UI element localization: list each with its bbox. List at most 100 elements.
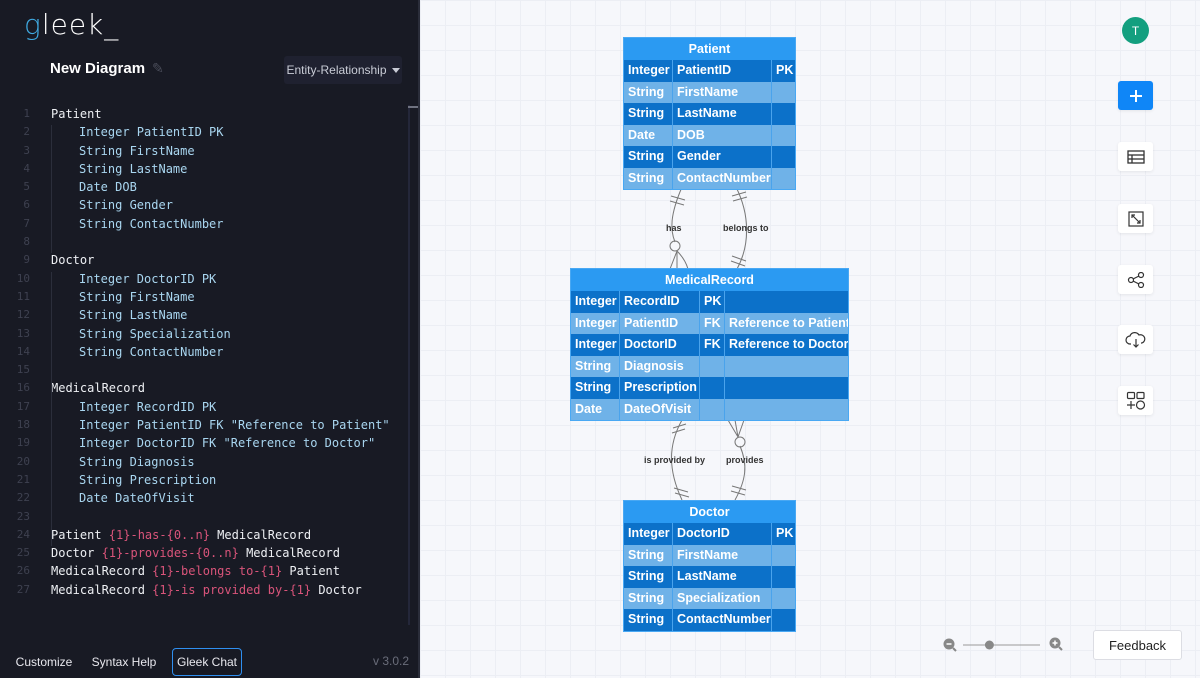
entity-attribute-row[interactable]: String Prescription bbox=[571, 377, 848, 399]
entity-attribute-row[interactable]: String Gender bbox=[624, 146, 795, 168]
zoom-in-icon[interactable] bbox=[1049, 637, 1063, 651]
entity-attribute-row[interactable]: String Specialization bbox=[624, 587, 795, 609]
entity-attribute-row[interactable]: String FirstName bbox=[624, 81, 795, 103]
diagram-type-label: Entity-Relationship bbox=[286, 63, 387, 77]
line-number: 15 bbox=[16, 363, 30, 377]
editor-line[interactable]: 20 String Diagnosis bbox=[0, 453, 408, 471]
editor-line[interactable]: 4 String LastName bbox=[0, 160, 408, 178]
code-text: Patient bbox=[51, 107, 102, 121]
editor-line[interactable]: 21 String Prescription bbox=[0, 471, 408, 489]
diagram-canvas[interactable]: has belongs to is provided by provides P… bbox=[420, 0, 1200, 678]
diagram-title[interactable]: New Diagram bbox=[50, 60, 145, 77]
line-number: 25 bbox=[16, 546, 30, 560]
entity-attribute-row[interactable]: Integer PatientID FK Reference to Patient bbox=[571, 312, 848, 334]
entity-header[interactable]: Doctor bbox=[624, 501, 795, 523]
editor-line[interactable]: 19 Integer DoctorID FK "Reference to Doct… bbox=[0, 434, 408, 452]
rel-label-belongs-to: belongs to bbox=[723, 223, 769, 233]
fit-screen-button[interactable] bbox=[1118, 204, 1153, 233]
editor-line[interactable]: 25 Doctor {1}-provides-{0..n} MedicalReco… bbox=[0, 544, 408, 562]
entity-attribute-row[interactable]: String LastName bbox=[624, 566, 795, 588]
relationship-target: Patient bbox=[282, 564, 340, 579]
editor-line[interactable]: 11 String FirstName bbox=[0, 288, 408, 306]
entity-attribute-row[interactable]: String FirstName bbox=[624, 544, 795, 566]
plus-icon bbox=[1129, 89, 1142, 102]
attribute-type: Date bbox=[571, 398, 620, 420]
entity-attribute-row[interactable]: String ContactNumber bbox=[624, 609, 795, 631]
editor-line[interactable]: 23 bbox=[0, 508, 408, 526]
entity-attribute-row[interactable]: Date DateOfVisit bbox=[571, 398, 848, 420]
entity-attribute-row[interactable]: Integer DoctorID FK Reference to Doctor bbox=[571, 334, 848, 356]
entity-attribute-row[interactable]: String Diagnosis bbox=[571, 355, 848, 377]
editor-line[interactable]: 16 MedicalRecord bbox=[0, 379, 408, 397]
entity-doctor[interactable]: Doctor Integer DoctorID PK String FirstName St… bbox=[623, 500, 796, 632]
editor-line[interactable]: 27 MedicalRecord {1}-is provided by-{1} D… bbox=[0, 581, 408, 599]
attribute-name: Specialization bbox=[673, 587, 772, 609]
editor-line[interactable]: 3 String FirstName bbox=[0, 142, 408, 160]
attribute-name: FirstName bbox=[673, 544, 772, 566]
feedback-button[interactable]: Feedback bbox=[1093, 630, 1182, 660]
editor-line[interactable]: 15 bbox=[0, 361, 408, 379]
editor-line[interactable]: 2 Integer PatientID PK bbox=[0, 123, 408, 141]
table-view-button[interactable] bbox=[1118, 142, 1153, 171]
code-text: String LastName bbox=[79, 308, 188, 323]
editor-line[interactable]: 13 String Specialization bbox=[0, 325, 408, 343]
code-editor[interactable]: 1 Patient 2 Integer PatientID PK 3 String Fir… bbox=[0, 105, 408, 625]
attribute-name: LastName bbox=[673, 103, 772, 125]
editor-line[interactable]: 17 Integer RecordID PK bbox=[0, 398, 408, 416]
gleek-chat-button[interactable]: Gleek Chat bbox=[172, 648, 242, 676]
line-number: 1 bbox=[23, 107, 30, 120]
customize-button[interactable]: Customize bbox=[10, 648, 78, 676]
entity-attribute-row[interactable]: Integer DoctorID PK bbox=[624, 523, 795, 545]
attribute-key: PK bbox=[776, 526, 794, 540]
editor-line[interactable]: 18 Integer PatientID FK "Reference to Pat… bbox=[0, 416, 408, 434]
attribute-type: Integer bbox=[571, 291, 620, 313]
entity-attribute-row[interactable]: Date DOB bbox=[624, 124, 795, 146]
editor-line[interactable]: 8 bbox=[0, 233, 408, 251]
relationship-target: MedicalRecord bbox=[209, 527, 312, 542]
zoom-slider-thumb[interactable] bbox=[984, 640, 994, 650]
line-number: 8 bbox=[23, 235, 30, 249]
rel-label-provides: provides bbox=[726, 455, 764, 465]
entity-attribute-row[interactable]: String ContactNumber bbox=[624, 167, 795, 189]
table-icon bbox=[1126, 149, 1145, 164]
editor-line[interactable]: 12 String LastName bbox=[0, 306, 408, 324]
syntax-help-button[interactable]: Syntax Help bbox=[88, 648, 160, 676]
relationship-source: Patient bbox=[51, 527, 109, 542]
editor-line[interactable]: 14 String ContactNumber bbox=[0, 343, 408, 361]
edit-title-pencil-icon[interactable]: ✎ bbox=[152, 60, 164, 77]
download-button[interactable] bbox=[1118, 325, 1153, 354]
add-button[interactable] bbox=[1118, 81, 1153, 110]
attribute-type: String bbox=[624, 146, 673, 168]
code-text: Date DateOfVisit bbox=[79, 491, 195, 506]
shapes-button[interactable] bbox=[1118, 386, 1153, 415]
entity-header[interactable]: MedicalRecord bbox=[571, 269, 848, 291]
entity-attribute-row[interactable]: Integer RecordID PK bbox=[571, 291, 848, 313]
rel-belongs-bar3 bbox=[731, 255, 747, 262]
editor-line[interactable]: 6 String Gender bbox=[0, 196, 408, 214]
editor-line[interactable]: 9 Doctor bbox=[0, 251, 408, 269]
zoom-out-icon[interactable] bbox=[943, 638, 957, 652]
editor-line[interactable]: 10 Integer DoctorID PK bbox=[0, 270, 408, 288]
relationship-target: Doctor bbox=[311, 582, 362, 597]
editor-line[interactable]: 24 Patient {1}-has-{0..n} MedicalRecord bbox=[0, 526, 408, 544]
entity-attribute-row[interactable]: Integer PatientID PK bbox=[624, 60, 795, 82]
entity-patient[interactable]: Patient Integer PatientID PK String FirstName… bbox=[623, 37, 796, 190]
editor-scrollbar[interactable] bbox=[408, 105, 410, 625]
entity-medicalrecord[interactable]: MedicalRecord Integer RecordID PK Integer Pat… bbox=[570, 268, 849, 421]
editor-line[interactable]: 22 Date DateOfVisit bbox=[0, 489, 408, 507]
caret-down-icon bbox=[391, 67, 400, 73]
entity-attribute-row[interactable]: String LastName bbox=[624, 103, 795, 125]
editor-line[interactable]: 1 Patient bbox=[0, 105, 408, 123]
share-button[interactable] bbox=[1118, 265, 1153, 294]
user-avatar[interactable]: T bbox=[1122, 17, 1149, 44]
rel-has-bar2 bbox=[669, 200, 685, 206]
code-text: Date DOB bbox=[79, 180, 137, 195]
attribute-type: Integer bbox=[571, 334, 620, 356]
editor-line[interactable]: 26 MedicalRecord {1}-belongs to-{1} Patie… bbox=[0, 562, 408, 580]
line-number: 26 bbox=[16, 564, 30, 578]
share-icon bbox=[1127, 271, 1144, 288]
editor-line[interactable]: 7 String ContactNumber bbox=[0, 215, 408, 233]
diagram-type-dropdown[interactable]: Entity-Relationship bbox=[284, 56, 402, 84]
editor-line[interactable]: 5 Date DOB bbox=[0, 178, 408, 196]
entity-header[interactable]: Patient bbox=[624, 38, 795, 60]
